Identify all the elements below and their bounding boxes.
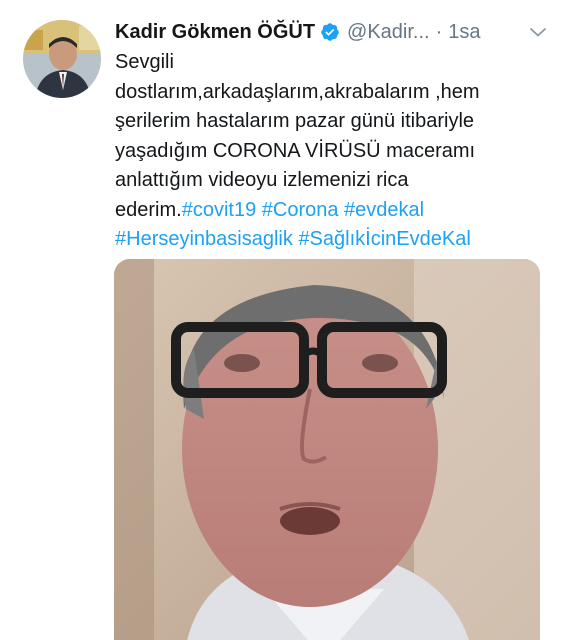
chevron-down-icon[interactable] — [528, 22, 548, 42]
video-player[interactable] — [114, 259, 540, 640]
tweet-text-line: şerilerim hastalarım pazar günü itibariy… — [115, 110, 475, 132]
tweet-text-line: dostlarım,arkadaşlarım,akrabalarım ,hem — [115, 80, 480, 103]
tweet-text: Sevgili dostlarım,arkadaşlarım,akrabalar… — [115, 48, 548, 255]
author-handle[interactable]: @Kadir... — [347, 21, 430, 44]
hashtag-link[interactable]: #evdekal — [344, 199, 424, 221]
hashtag-link[interactable]: #Herseyinbasisaglik — [115, 228, 293, 250]
hashtag-link[interactable]: #Corona — [262, 199, 339, 221]
hashtag-link[interactable]: #SağlıkİcinEvdeKal — [298, 228, 470, 250]
tweet-content: Kadir Gökmen ÖĞÜT @Kadir... · 1sa Sevgil… — [115, 16, 548, 255]
tweet-card[interactable]: Kadir Gökmen ÖĞÜT @Kadir... · 1sa Sevgil… — [0, 0, 562, 640]
tweet-text-line: yaşadığım CORONA VİRÜSÜ maceramı — [115, 139, 476, 162]
tweet-text-line: Sevgili — [115, 51, 174, 73]
video-thumbnail — [114, 259, 540, 640]
tweet-text-segment: ederim. — [115, 198, 182, 221]
hashtag-link[interactable]: #covit19 — [182, 199, 257, 221]
header-separator: · — [435, 20, 443, 43]
tweet-header: Kadir Gökmen ÖĞÜT @Kadir... · 1sa — [115, 16, 548, 48]
verified-badge-icon — [320, 22, 340, 42]
tweet-text-line: #Herseyinbasisaglik #SağlıkİcinEvdeKal — [115, 225, 548, 255]
tweet-text-line: ederim.#covit19 #Corona #evdekal — [115, 196, 548, 226]
tweet-timestamp[interactable]: 1sa — [448, 21, 480, 44]
tweet-text-line: anlattığım videoyu izlemenizi rica — [115, 169, 409, 191]
avatar[interactable] — [23, 20, 101, 98]
author-display-name[interactable]: Kadir Gökmen ÖĞÜT — [115, 21, 315, 44]
avatar-image — [23, 20, 101, 98]
